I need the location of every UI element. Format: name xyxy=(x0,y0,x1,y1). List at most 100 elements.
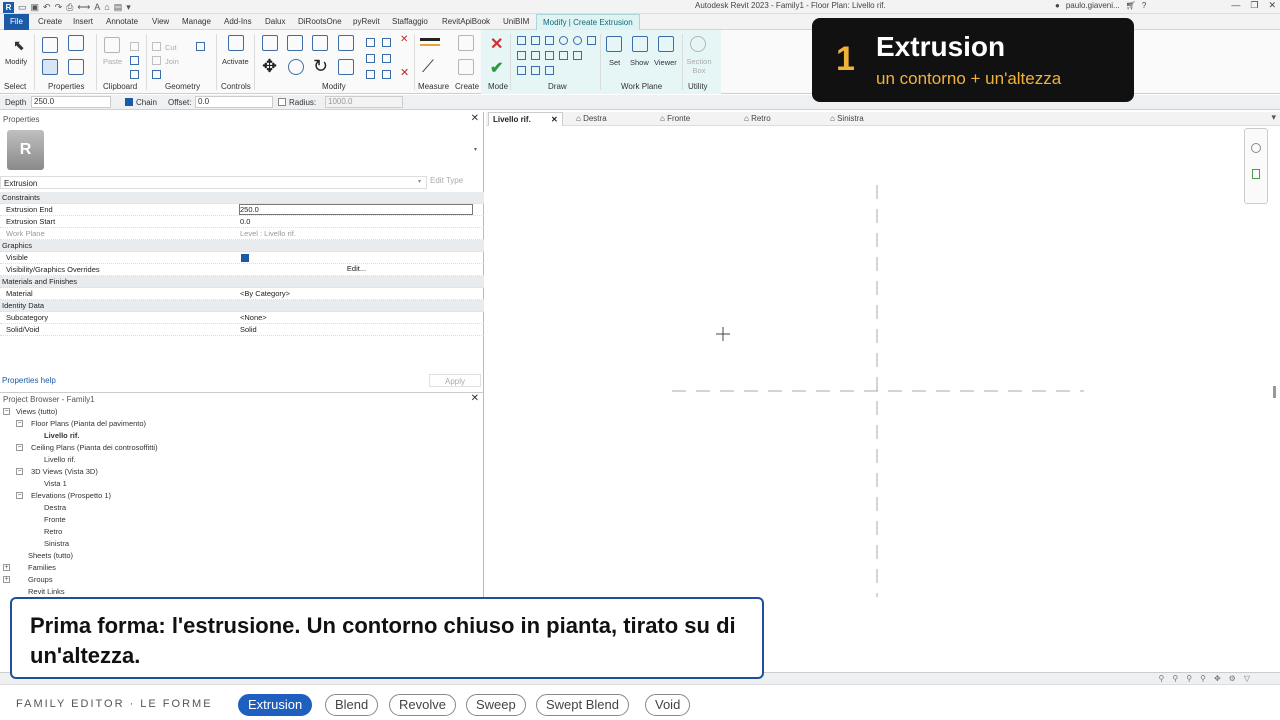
section-materials[interactable]: Materials and Finishes xyxy=(0,276,484,288)
copy-element-icon[interactable] xyxy=(288,59,304,75)
draw-line-icon[interactable] xyxy=(517,36,526,45)
settings-icon[interactable]: ⚙ xyxy=(1229,674,1236,683)
mirror-axis-icon[interactable] xyxy=(312,35,328,51)
expand-icon[interactable]: + xyxy=(3,576,10,583)
pin-icon[interactable] xyxy=(366,70,375,79)
copy-icon[interactable] xyxy=(130,42,139,51)
draw-rectangle-icon[interactable] xyxy=(531,36,540,45)
prop-value[interactable]: <None> xyxy=(240,313,267,322)
zoom-icon[interactable] xyxy=(1252,169,1260,179)
radius-input[interactable]: 1000.0 xyxy=(325,96,403,108)
close-icon[interactable]: ✕ xyxy=(471,393,479,404)
user-name[interactable]: paulo.giaveni... xyxy=(1066,1,1120,10)
draw-arc-icon[interactable] xyxy=(587,36,596,45)
tree-node-fronte[interactable]: Fronte xyxy=(44,515,66,524)
text-icon[interactable]: A xyxy=(94,2,100,12)
cart-icon[interactable]: 🛒︎ xyxy=(1126,1,1136,10)
prop-extrusion-end[interactable]: Extrusion End 250.0 xyxy=(0,204,484,216)
section-box-icon[interactable] xyxy=(690,36,706,52)
draw-start-end-arc-icon[interactable] xyxy=(531,51,540,60)
view-tab-destra[interactable]: ⌂ Destra xyxy=(576,112,607,126)
draw-pick-walls-icon[interactable] xyxy=(545,66,554,75)
3d-view-icon[interactable]: ⌂ xyxy=(104,2,109,12)
tree-node-floor-plans[interactable]: Floor Plans (Pianta del pavimento) xyxy=(31,419,146,428)
cut-button[interactable]: Cut xyxy=(165,43,177,52)
tree-node-vista-1[interactable]: Vista 1 xyxy=(44,479,67,488)
cancel-edit-mode-icon[interactable]: ✕ xyxy=(490,34,503,54)
redo-icon[interactable]: ↷ xyxy=(55,2,63,13)
tab-create[interactable]: Create xyxy=(38,14,62,30)
tree-node-destra[interactable]: Destra xyxy=(44,503,66,512)
pill-blend[interactable]: Blend xyxy=(325,694,379,716)
tab-modify-create-extrusion[interactable]: Modify | Create Extrusion xyxy=(536,14,640,30)
type-properties-icon[interactable] xyxy=(68,35,84,51)
drawing-canvas[interactable] xyxy=(486,127,1280,672)
section-box-button[interactable]: Section Box xyxy=(685,57,713,75)
family-category-icon[interactable] xyxy=(68,59,84,75)
paste-button[interactable]: Paste xyxy=(103,57,122,66)
tab-view[interactable]: View xyxy=(152,14,169,30)
paste-icon[interactable] xyxy=(104,37,120,53)
select-by-face-icon[interactable]: ⚲ xyxy=(1200,674,1206,683)
expand-icon[interactable]: + xyxy=(3,564,10,571)
pill-void[interactable]: Void xyxy=(645,694,691,716)
minimize-icon[interactable]: — xyxy=(1231,0,1240,11)
measure-icon[interactable] xyxy=(420,38,440,41)
match-properties-icon[interactable] xyxy=(130,70,139,79)
join-icon[interactable] xyxy=(152,56,161,65)
prop-solid-void[interactable]: Solid/Void Solid xyxy=(0,324,484,336)
prop-input-box[interactable] xyxy=(239,204,473,215)
navigation-bar[interactable] xyxy=(1244,128,1268,204)
array-icon[interactable] xyxy=(366,54,375,63)
select-underlay-icon[interactable]: ⚲ xyxy=(1172,674,1178,683)
activate-button[interactable]: Activate xyxy=(222,57,249,66)
rotate-icon[interactable]: ↻ xyxy=(313,56,328,77)
join-button[interactable]: Join xyxy=(165,57,179,66)
tree-node-3d-views[interactable]: 3D Views (Vista 3D) xyxy=(31,467,98,476)
tab-insert[interactable]: Insert xyxy=(73,14,93,30)
tab-pyrevit[interactable]: pyRevit xyxy=(353,14,380,30)
view-tab-label[interactable]: Destra xyxy=(583,114,607,123)
save-icon[interactable]: ▣ xyxy=(31,2,40,13)
prop-vg-overrides[interactable]: Visibility/Graphics Overrides Edit... xyxy=(0,264,484,276)
trim-multiple-icon[interactable] xyxy=(382,70,391,79)
group-label-measure[interactable]: Measure xyxy=(418,82,449,91)
select-links-icon[interactable]: ⚲ xyxy=(1159,674,1165,683)
collapse-icon[interactable]: − xyxy=(16,492,23,499)
move-icon[interactable]: ✥ xyxy=(262,56,277,77)
close-window-icon[interactable]: ✕ xyxy=(1268,0,1276,11)
modify-button[interactable]: Modify xyxy=(5,57,27,66)
split-icon[interactable] xyxy=(366,38,375,47)
help-icon[interactable]: ? xyxy=(1142,1,1146,10)
cut-geometry-icon[interactable] xyxy=(130,56,139,65)
close-icon[interactable]: ✕ xyxy=(471,113,479,124)
tab-add-ins[interactable]: Add-Ins xyxy=(224,14,252,30)
draw-polygon-icon[interactable] xyxy=(545,36,554,45)
tab-overflow-icon[interactable]: ▾ xyxy=(1271,112,1276,123)
offset-input[interactable]: 0.0 xyxy=(195,96,273,108)
view-tab-retro[interactable]: ⌂ Retro xyxy=(744,112,771,126)
steering-wheel-icon[interactable] xyxy=(1251,143,1261,153)
create-group-icon[interactable] xyxy=(458,59,474,75)
mirror-draw-icon[interactable] xyxy=(338,35,354,51)
type-selector[interactable]: Extrusion xyxy=(0,176,427,189)
collapse-icon[interactable]: − xyxy=(16,468,23,475)
prop-value[interactable]: 0.0 xyxy=(240,217,250,226)
split-face-icon[interactable] xyxy=(152,70,161,79)
depth-input[interactable]: 250.0 xyxy=(31,96,111,108)
undo-icon[interactable]: ↶ xyxy=(43,2,51,13)
set-button[interactable]: Set xyxy=(609,58,620,67)
scale-icon[interactable] xyxy=(382,54,391,63)
tree-node-sheets[interactable]: Sheets (tutto) xyxy=(28,551,73,560)
prop-extrusion-start[interactable]: Extrusion Start 0.0 xyxy=(0,216,484,228)
pill-sweep[interactable]: Sweep xyxy=(466,694,526,716)
tree-node-elevations[interactable]: Elevations (Prospetto 1) xyxy=(31,491,111,500)
tab-unibim[interactable]: UniBIM xyxy=(503,14,529,30)
tree-node-ceiling-plans[interactable]: Ceiling Plans (Pianta dei controsoffitti… xyxy=(31,443,158,452)
tab-dalux[interactable]: Dalux xyxy=(265,14,285,30)
viewer-icon[interactable] xyxy=(658,36,674,52)
prop-value[interactable]: Solid xyxy=(240,325,257,334)
close-tab-icon[interactable]: ✕ xyxy=(551,115,558,124)
prop-value[interactable]: 250.0 xyxy=(240,205,259,214)
prop-material[interactable]: Material <By Category> xyxy=(0,288,484,300)
